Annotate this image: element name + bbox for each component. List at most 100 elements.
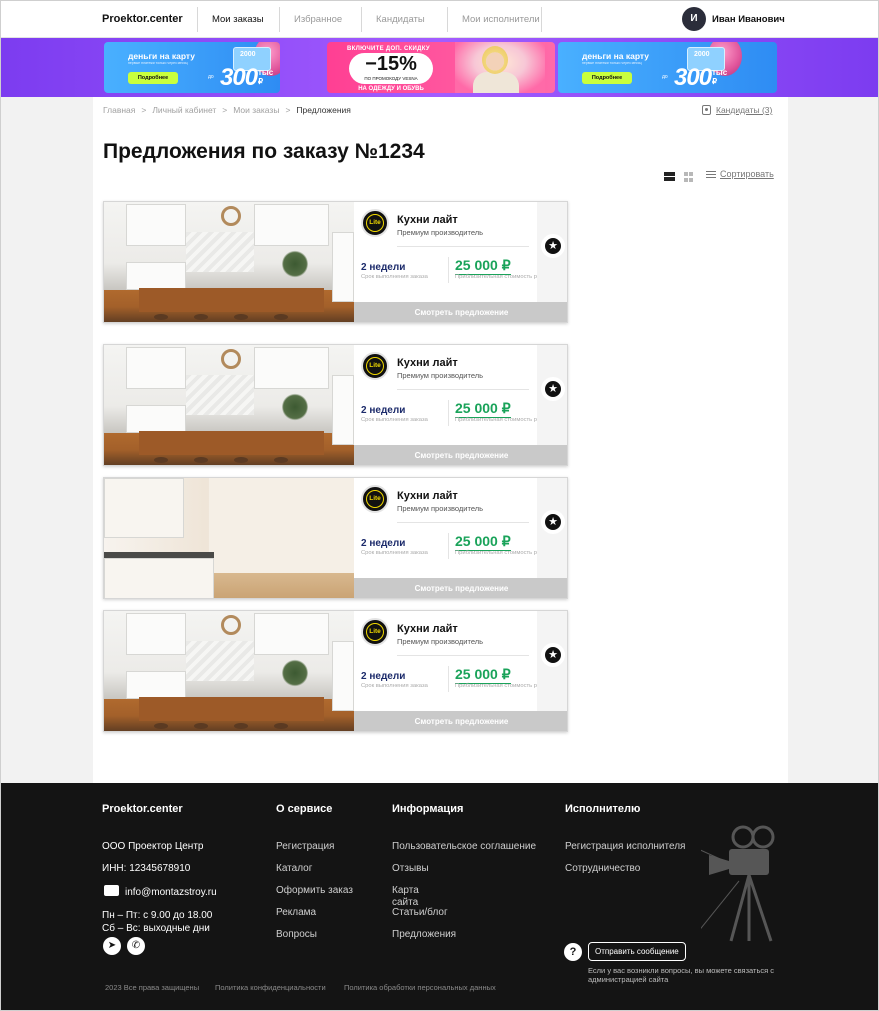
term-value: 2 недели [361,538,406,549]
offer-photo [104,611,354,731]
help-note: Если у вас возникли вопросы, вы можете с… [588,966,775,984]
avatar[interactable]: И [682,7,706,31]
ad-amount: 300 [220,64,258,91]
discount-percent: −15% [365,53,417,75]
company-type: Премиум производитель [397,228,484,237]
list-view-icon[interactable] [664,172,675,181]
footer-link-ads[interactable]: Реклама [276,907,316,919]
footer-link-blog[interactable]: Статьи/блог [392,907,448,919]
offer-info: Lite Кухни лайт Премиум производитель 2 … [354,202,549,302]
footer-link-offers[interactable]: Предложения [392,929,456,941]
discount-ad[interactable]: ВКЛЮЧИТЕ ДОП. СКИДКУ −15% ПО ПРОМОКОДУ V… [327,42,555,93]
price-label: Приблизительная стоимость работ [455,274,550,280]
offer-photo [104,345,354,465]
sort-control[interactable]: Сортировать [706,169,774,179]
company-name[interactable]: Кухни лайт [397,357,458,369]
nav-favorites[interactable]: Избранное [279,7,361,32]
grid-view-icon[interactable] [684,172,694,182]
user-menu[interactable]: И Иван Иванович [682,7,785,31]
footer-link-reviews[interactable]: Отзывы [392,863,429,875]
footer-link-sitemap[interactable]: Карта сайта [392,885,432,909]
footer-link-executor-registration[interactable]: Регистрация исполнителя [565,841,685,853]
nav-my-executors[interactable]: Мои исполнители [447,7,542,32]
candidates-link[interactable]: Кандидаты (3) [702,105,772,115]
ad-prefix: до [662,74,668,80]
price-value: 25 000 ₽ [455,533,511,551]
company-type: Премиум производитель [397,637,484,646]
offer-card: Lite Кухни лайт Премиум производитель 2 … [103,477,568,599]
favorite-button[interactable]: ★ [541,234,565,258]
card-loan-ad[interactable]: деньги на карту первые платежи только че… [104,42,280,93]
footer-link-catalog[interactable]: Каталог [276,863,312,875]
favorite-button[interactable]: ★ [541,510,565,534]
sort-label[interactable]: Сортировать [720,169,774,179]
favorite-button[interactable]: ★ [541,377,565,401]
promo-strip: деньги на карту первые платежи только че… [1,38,878,97]
ad-more-button[interactable]: Подробнее [128,72,178,84]
divider [448,257,449,283]
breadcrumb-home[interactable]: Главная [103,105,135,115]
nav-my-orders[interactable]: Мои заказы [197,7,279,32]
offer-info: Lite Кухни лайт Премиум производитель 2 … [354,611,549,711]
site-logo[interactable]: Proektor.center [102,13,183,25]
ad-card-value: 2000 [694,51,710,58]
star-icon: ★ [545,238,561,254]
footer-link-cooperation[interactable]: Сотрудничество [565,863,640,875]
company-logo: Lite [361,209,389,237]
breadcrumb-orders[interactable]: Мои заказы [233,105,279,115]
view-offer-button[interactable]: Смотреть предложение [354,302,567,322]
work-hours-weekend: Сб – Вс: выходные дни [102,923,210,934]
breadcrumb-current: Предложения [296,105,351,115]
footer-col-executor-title: Исполнителю [565,803,641,815]
whatsapp-icon[interactable]: ✆ [127,937,145,955]
ad-title: деньги на карту [128,51,195,61]
main-nav: Мои заказы Избранное Кандидаты Мои испол… [197,7,542,32]
view-offer-button[interactable]: Смотреть предложение [354,578,567,598]
price-value: 25 000 ₽ [455,666,511,684]
favorite-button[interactable]: ★ [541,643,565,667]
star-icon: ★ [545,514,561,530]
footer-link-make-order[interactable]: Оформить заказ [276,885,353,897]
ad-more-button[interactable]: Подробнее [582,72,632,84]
divider [448,533,449,559]
offer-info: Lite Кухни лайт Премиум производитель 2 … [354,345,549,445]
view-offer-button[interactable]: Смотреть предложение [354,445,567,465]
term-label: Срок выполнения заказа [361,683,428,689]
contact-email[interactable]: info@montazstroy.ru [125,887,217,898]
personal-data-policy-link[interactable]: Политика обработки персональных данных [344,983,496,992]
candidates-link-label[interactable]: Кандидаты (3) [716,105,772,115]
divider [397,246,529,247]
sliders-icon [706,170,716,179]
ad-card-value: 2000 [240,51,256,58]
top-header: Proektor.center Мои заказы Избранное Кан… [1,1,878,38]
footer-logo[interactable]: Proektor.center [102,803,183,815]
company-name[interactable]: Кухни лайт [397,623,458,635]
telegram-icon[interactable]: ➤ [103,937,121,955]
footer-link-user-agreement[interactable]: Пользовательское соглашение [392,841,536,853]
term-value: 2 недели [361,405,406,416]
ad-amount-unit: тыс ₽ [712,68,728,86]
company-name[interactable]: Кухни лайт [397,490,458,502]
card-loan-ad-2[interactable]: деньги на карту первые платежи только че… [558,42,777,93]
company-logo: Lite [361,352,389,380]
divider [397,522,529,523]
main-content: Главная > Личный кабинет > Мои заказы > … [93,97,788,783]
breadcrumb: Главная > Личный кабинет > Мои заказы > … [103,105,351,115]
footer-link-faq[interactable]: Вопросы [276,929,317,941]
copyright: 2023 Все права защищены [105,983,200,992]
breadcrumb-cabinet[interactable]: Личный кабинет [152,105,216,115]
ad-subtitle: первые платежи только через месяц [582,61,642,65]
offer-info: Lite Кухни лайт Премиум производитель 2 … [354,478,549,578]
view-offer-button[interactable]: Смотреть предложение [354,711,567,731]
company-name[interactable]: Кухни лайт [397,214,458,226]
company-type: Премиум производитель [397,504,484,513]
privacy-policy-link[interactable]: Политика конфиденциальности [215,983,326,992]
send-message-button[interactable]: Отправить сообщение [588,942,686,961]
user-name[interactable]: Иван Иванович [712,14,785,25]
model-head [482,46,508,74]
discount-bottom-text: НА ОДЕЖДУ И ОБУВЬ [358,86,424,92]
ad-amount: 300 [674,64,712,91]
footer-link-registration[interactable]: Регистрация [276,841,334,853]
nav-candidates[interactable]: Кандидаты [361,7,447,32]
price-label: Приблизительная стоимость работ [455,683,550,689]
